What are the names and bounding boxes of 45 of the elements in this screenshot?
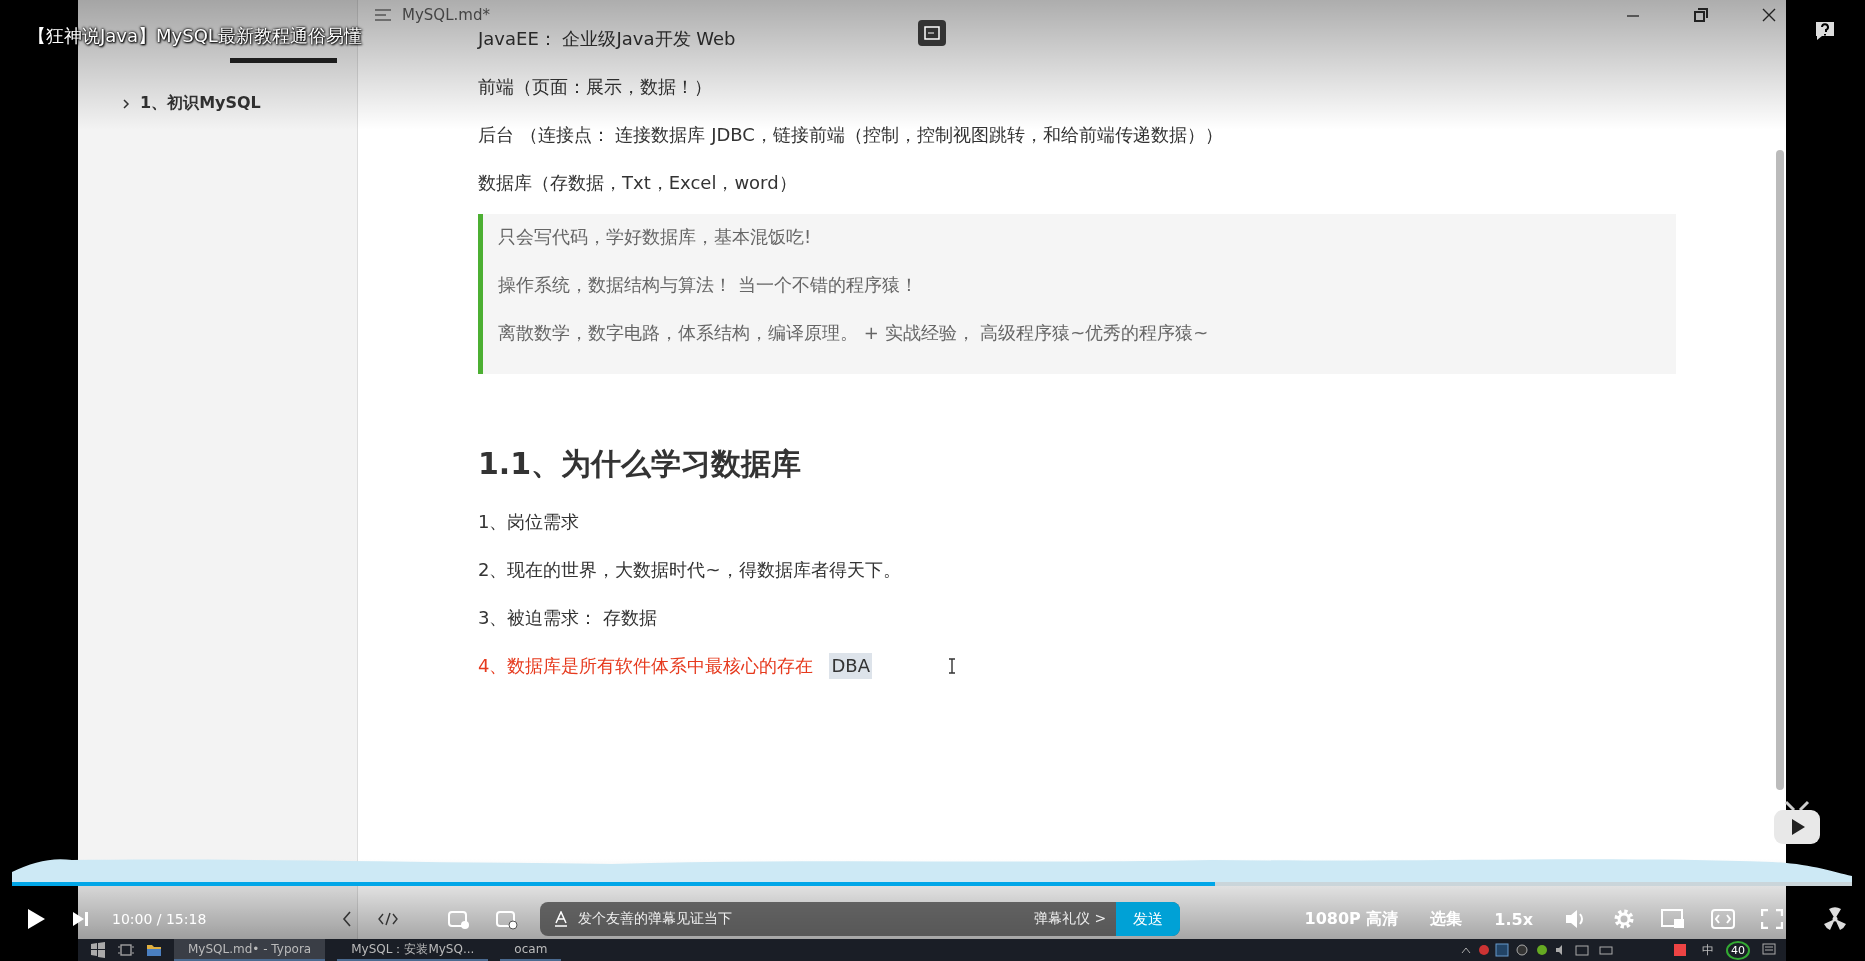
highlighted-text: DBA [829, 653, 872, 679]
help-icon[interactable] [1814, 20, 1836, 42]
close-icon[interactable] [1762, 8, 1776, 22]
play-icon[interactable] [26, 908, 46, 930]
task-view-icon[interactable] [118, 943, 134, 957]
text-style-icon[interactable] [554, 911, 569, 927]
input-placeholder: 发个友善的弹幕见证当下 [578, 910, 733, 928]
quote-line: 操作系统，数据结构与算法！ 当一个不错的程序猿！ [498, 273, 919, 297]
input-method-label[interactable]: 中 [1702, 941, 1714, 959]
outline-item[interactable]: 1、初识MySQL [140, 93, 261, 114]
danmaku-input[interactable]: 发个友善的弹幕见证当下 弹幕礼仪 > 发送 [540, 902, 1181, 936]
list-item: 4、数据库是所有软件体系中最核心的存在 [478, 654, 814, 678]
counter-badge: 40 [1726, 940, 1750, 960]
windows-icon[interactable] [90, 942, 106, 958]
notification-icon[interactable] [1762, 943, 1776, 957]
next-icon[interactable] [72, 911, 90, 927]
paragraph: 后台 （连接点： 连接数据库 JDBC，链接前端（控制，控制视图跳转，和给前端传递数据）） [478, 123, 1223, 147]
file-title: MySQL.md* [402, 6, 490, 24]
scrollbar[interactable] [1776, 150, 1784, 790]
taskbar-app[interactable]: MySQL：安装MySQ... [337, 939, 489, 961]
paragraph: JavaEE： 企业级Java开发 Web [478, 27, 736, 51]
menu-icon[interactable] [374, 8, 392, 22]
section-heading: 1.1、为什么学习数据库 [478, 445, 803, 483]
etiquette-link[interactable]: 弹幕礼仪 > [1034, 910, 1107, 928]
chevron-icon[interactable] [122, 97, 130, 110]
list-item: 2、现在的世界，大数据时代~，得数据库者得天下。 [478, 558, 901, 582]
taskbar-app[interactable]: ocam [500, 939, 562, 961]
list-item: 1、岗位需求 [478, 510, 580, 534]
paragraph: 数据库（存数据，Txt，Excel，word） [478, 171, 797, 195]
tv-mascot-icon[interactable] [1772, 800, 1822, 846]
chevron-left-icon[interactable] [342, 911, 353, 927]
quote-line: 只会写代码，学好数据库，基本混饭吃! [498, 225, 813, 249]
code-icon[interactable] [378, 912, 399, 926]
restore-icon[interactable] [1694, 8, 1708, 22]
taskbar-app[interactable]: MySQL.md• - Typora [174, 939, 326, 961]
danmaku-settings-icon[interactable] [496, 908, 519, 930]
folder-icon[interactable] [146, 943, 162, 957]
time-display: 10:00 / 15:18 [112, 911, 207, 927]
radiation-icon[interactable] [1823, 907, 1847, 931]
list-item: 3、被迫需求： 存数据 [478, 606, 658, 630]
quote-line: 离散数学，数字电路，体系结构，编译原理。 + 实战经验， 高级程序猿~优秀的程序猿~ [498, 321, 1210, 345]
restore-window-icon[interactable] [918, 20, 946, 46]
progress-track[interactable] [12, 882, 1852, 886]
paragraph: 前端（页面：展示，数据！） [478, 75, 712, 99]
text-cursor-icon [948, 658, 956, 674]
